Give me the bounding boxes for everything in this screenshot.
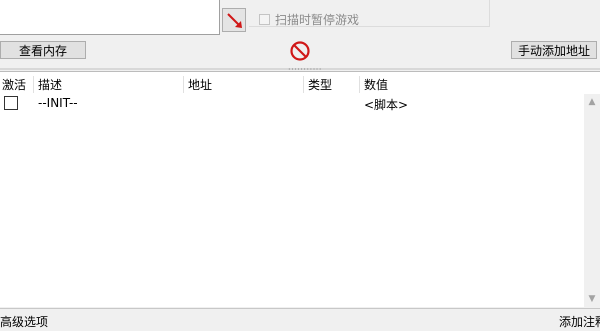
row-active-checkbox[interactable] bbox=[4, 96, 18, 110]
red-arrow-icon bbox=[227, 13, 242, 28]
column-divider[interactable] bbox=[183, 76, 184, 93]
column-header-type[interactable]: 类型 bbox=[308, 76, 332, 93]
view-memory-button[interactable]: 查看内存 bbox=[0, 41, 86, 59]
add-comment-link[interactable]: 添加注释 bbox=[559, 313, 600, 330]
no-entry-icon bbox=[290, 41, 310, 61]
scroll-down-icon[interactable]: ▼ bbox=[584, 291, 600, 307]
column-header-description[interactable]: 描述 bbox=[38, 76, 62, 93]
row-value[interactable]: <脚本> bbox=[364, 96, 408, 113]
scan-results-list[interactable] bbox=[0, 0, 220, 35]
clear-list-button[interactable] bbox=[287, 39, 313, 63]
address-list[interactable]: 激活 描述 地址 类型 数值 bbox=[0, 71, 600, 307]
pause-game-option[interactable]: 扫描时暂停游戏 bbox=[259, 11, 359, 28]
row-description[interactable]: --INIT-- bbox=[38, 96, 78, 110]
column-divider[interactable] bbox=[303, 76, 304, 93]
pause-game-label: 扫描时暂停游戏 bbox=[275, 13, 360, 27]
column-header-active[interactable]: 激活 bbox=[2, 76, 26, 93]
vertical-scrollbar[interactable]: ▲ ▼ bbox=[584, 94, 600, 307]
pause-game-checkbox[interactable] bbox=[259, 14, 270, 25]
column-divider[interactable] bbox=[33, 76, 34, 93]
column-divider[interactable] bbox=[359, 76, 360, 93]
scroll-up-icon[interactable]: ▲ bbox=[584, 94, 600, 110]
column-header-address[interactable]: 地址 bbox=[188, 76, 212, 93]
column-header-value[interactable]: 数值 bbox=[364, 76, 388, 93]
panel-border-right bbox=[489, 0, 490, 26]
status-bar bbox=[0, 308, 600, 331]
advanced-options-link[interactable]: 高级选项 bbox=[0, 313, 48, 330]
add-address-manually-button[interactable]: 手动添加地址 bbox=[511, 41, 597, 59]
add-to-list-button[interactable] bbox=[222, 8, 246, 32]
